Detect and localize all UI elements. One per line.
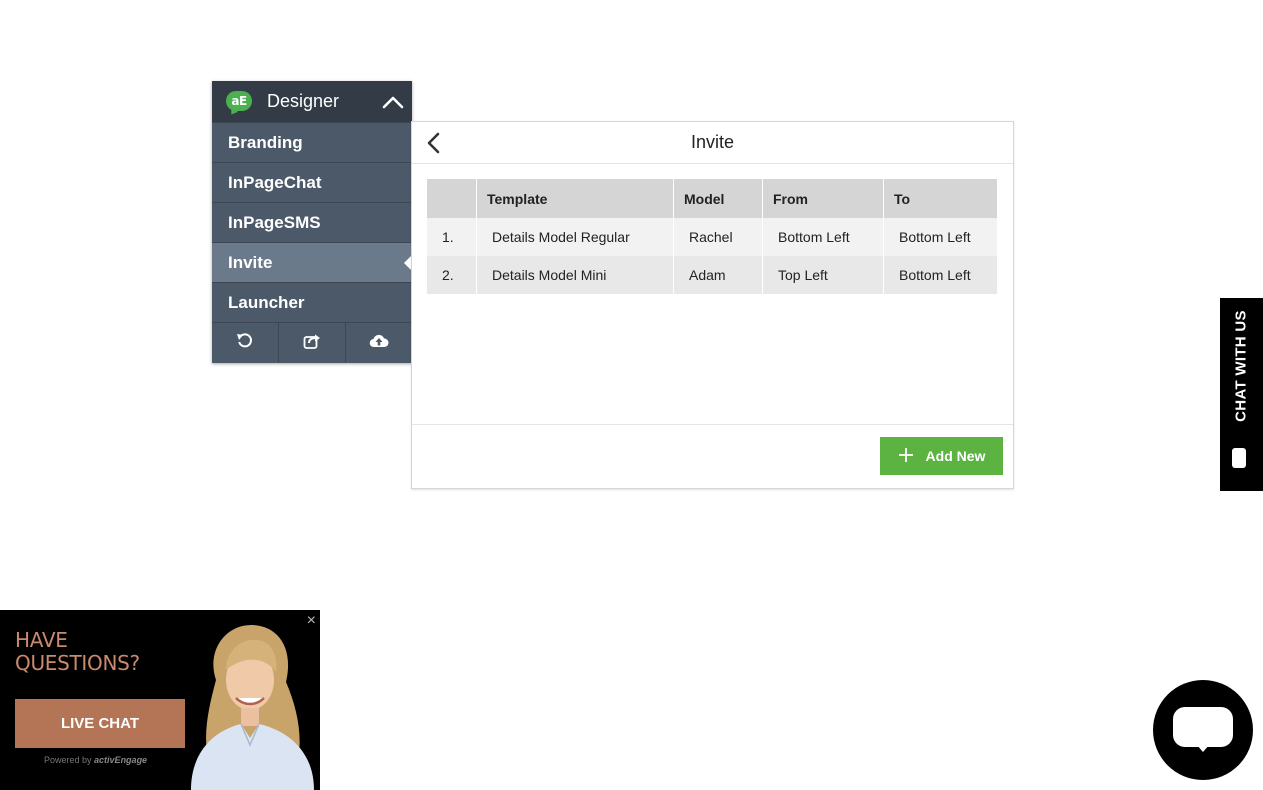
cell-from: Top Left	[762, 256, 884, 294]
undo-button[interactable]	[212, 323, 279, 363]
chat-with-us-tab[interactable]: CHAT WITH US	[1220, 298, 1263, 491]
table-row[interactable]: 1. Details Model Regular Rachel Bottom L…	[427, 218, 997, 256]
publish-button[interactable]	[346, 323, 412, 363]
share-button[interactable]	[279, 323, 346, 363]
agent-photo	[191, 625, 314, 790]
chat-icon	[1173, 707, 1233, 747]
column-header-template[interactable]: Template	[476, 179, 674, 218]
close-icon[interactable]: ×	[307, 612, 316, 630]
ae-logo: aE	[226, 90, 252, 117]
add-new-label: Add New	[925, 448, 986, 464]
cell-number: 1.	[427, 218, 477, 256]
powered-prefix: Powered by	[44, 755, 92, 765]
promo-headline: HAVE QUESTIONS?	[15, 628, 140, 675]
cell-model: Adam	[673, 256, 763, 294]
nav-item-inpagesms[interactable]: InPageSMS	[212, 202, 412, 242]
nav-item-inpagechat[interactable]: InPageChat	[212, 162, 412, 202]
live-chat-promo: × HAVE QUESTIONS? LIVE CHAT Powered by a…	[0, 610, 320, 790]
powered-by: Powered by activEngage	[44, 755, 147, 765]
invite-panel: Invite Template Model From To 1. Details…	[411, 121, 1014, 489]
nav-item-launcher[interactable]: Launcher	[212, 282, 412, 322]
nav-item-label: InPageChat	[228, 172, 322, 192]
cell-to: Bottom Left	[883, 256, 997, 294]
cell-model: Rachel	[673, 218, 763, 256]
chat-icon-tail	[1196, 744, 1210, 752]
cell-template: Details Model Mini	[476, 256, 674, 294]
nav-item-label: Launcher	[228, 292, 305, 312]
column-header-from[interactable]: From	[762, 179, 884, 218]
designer-sidebar: aE Designer Branding InPageChat InPageSM…	[212, 81, 412, 363]
table-header-row: Template Model From To	[427, 179, 997, 218]
nav-item-label: Branding	[228, 132, 303, 152]
column-header-number	[427, 179, 477, 218]
live-chat-button[interactable]: LIVE CHAT	[15, 699, 185, 748]
invite-table: Template Model From To 1. Details Model …	[427, 179, 997, 294]
cell-template: Details Model Regular	[476, 218, 674, 256]
column-header-to[interactable]: To	[883, 179, 997, 218]
table-row[interactable]: 2. Details Model Mini Adam Top Left Bott…	[427, 256, 997, 294]
panel-title: Invite	[690, 132, 735, 152]
plus-icon	[898, 446, 914, 466]
chevron-left-icon[interactable]	[424, 131, 444, 155]
cloud-upload-icon	[369, 333, 389, 354]
panel-footer: Add New	[412, 424, 1013, 488]
chat-bubble-icon	[1232, 448, 1246, 468]
nav-item-invite[interactable]: Invite	[212, 242, 412, 282]
add-new-button[interactable]: Add New	[880, 437, 1003, 475]
nav-item-label: Invite	[228, 252, 273, 272]
nav-item-branding[interactable]: Branding	[212, 122, 412, 162]
cell-number: 2.	[427, 256, 477, 294]
chevron-up-icon[interactable]	[382, 91, 404, 113]
designer-title: Designer	[267, 91, 340, 111]
logo-text: aE	[226, 90, 252, 111]
undo-icon	[236, 332, 254, 355]
designer-header: aE Designer	[212, 81, 412, 122]
panel-header: Invite	[412, 122, 1013, 164]
designer-toolbar	[212, 322, 412, 363]
column-header-model[interactable]: Model	[673, 179, 763, 218]
chat-tab-label: CHAT WITH US	[1232, 310, 1250, 422]
chat-launcher-button[interactable]	[1153, 680, 1253, 780]
nav-item-label: InPageSMS	[228, 212, 321, 232]
powered-brand: activEngage	[94, 755, 148, 765]
cell-to: Bottom Left	[883, 218, 997, 256]
share-icon	[303, 332, 321, 355]
cell-from: Bottom Left	[762, 218, 884, 256]
